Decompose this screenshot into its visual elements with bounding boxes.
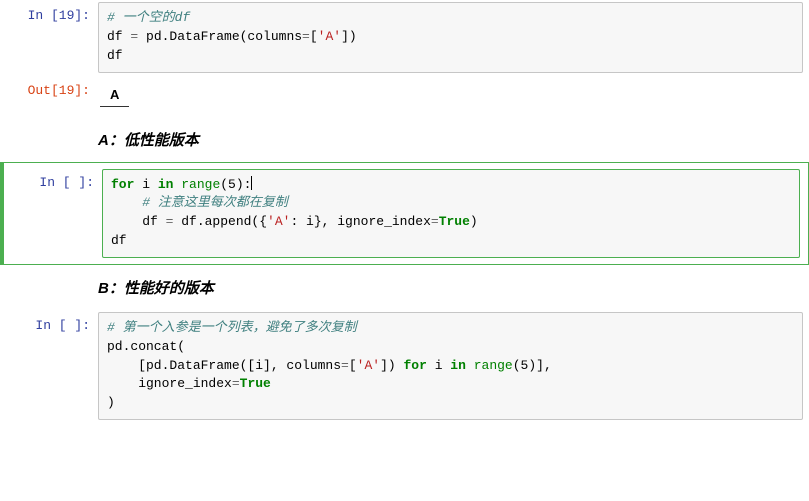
in-prompt-2: In [ ]: [4, 169, 102, 190]
heading-a-text: A：低性能版本 [98, 121, 809, 160]
code-comment: # 一个空的df [107, 10, 190, 25]
code-area-3[interactable]: # 第一个入参是一个列表，避免了多次复制 pd.concat( [pd.Data… [98, 312, 803, 420]
output-body-1: A [98, 77, 809, 117]
code-cell-3: In [ ]: # 第一个入参是一个列表，避免了多次复制 pd.concat( … [0, 310, 809, 422]
output-cell-1: Out[19]: A [0, 75, 809, 119]
code-comment: # 注意这里每次都在复制 [111, 195, 288, 210]
markdown-heading-b: B：性能好的版本 [0, 267, 809, 310]
markdown-heading-a: A：低性能版本 [0, 119, 809, 162]
selected-cell-border: In [ ]: for i in range(5): # 注意这里每次都在复制 … [0, 162, 809, 265]
code-comment: # 第一个入参是一个列表，避免了多次复制 [107, 320, 357, 335]
df-column-header: A [100, 83, 129, 107]
dataframe-output: A [100, 83, 129, 107]
code-area-1[interactable]: # 一个空的df df = pd.DataFrame(columns=['A']… [98, 2, 803, 73]
code-cell-2: In [ ]: for i in range(5): # 注意这里每次都在复制 … [4, 167, 806, 260]
in-prompt-1: In [19]: [0, 2, 98, 23]
code-area-2[interactable]: for i in range(5): # 注意这里每次都在复制 df = df.… [102, 169, 800, 258]
out-prompt-1: Out[19]: [0, 77, 98, 98]
in-prompt-3: In [ ]: [0, 312, 98, 333]
text-cursor [251, 176, 252, 190]
code-cell-1: In [19]: # 一个空的df df = pd.DataFrame(colu… [0, 0, 809, 75]
heading-b-text: B：性能好的版本 [98, 269, 809, 308]
